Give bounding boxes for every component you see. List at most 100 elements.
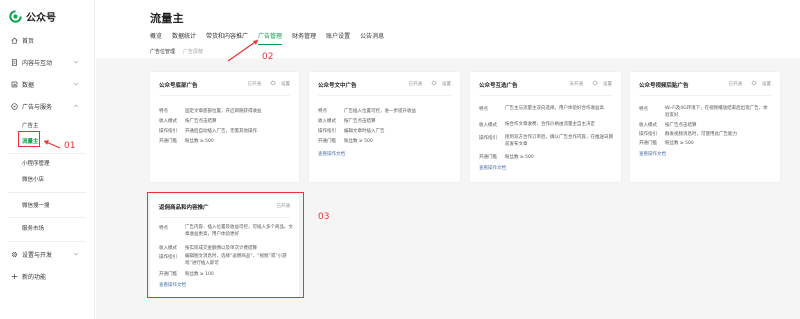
sidebar-item-wechat-store[interactable]: 微信小店 (22, 175, 44, 183)
sidebar-item-advertiser[interactable]: 广告主 (22, 121, 39, 129)
card-title: 公众号底部广告 (159, 83, 198, 89)
card-divider (639, 95, 771, 96)
plus-icon (10, 272, 18, 280)
row-label: 操作指引 (159, 129, 177, 134)
chevron-up-icon (73, 104, 79, 108)
row-label: 收入模式 (479, 123, 497, 128)
status-badge: 未开通 (569, 82, 584, 87)
row-label: 操作指引 (318, 129, 336, 134)
sidebar-divider (8, 217, 86, 218)
view-docs-link[interactable]: 查看操作文档 (639, 151, 666, 157)
tab-ad-management[interactable]: 广告管理 (258, 31, 283, 45)
subtab-ad-block[interactable]: 广告屏蔽 (183, 48, 203, 55)
ad-card-mutual-select: 公众号互选广告 未开通 设置 特点 广告主与流量主双向选择，用户体验好合作收益高… (470, 72, 621, 182)
view-docs-link[interactable]: 查看操作文档 (318, 151, 345, 157)
row-label: 收入模式 (639, 123, 657, 128)
sidebar-divider (8, 241, 86, 242)
settings-link[interactable]: 设置 (442, 81, 451, 87)
row-label: 操作指引 (479, 136, 497, 141)
row-value: 按广告点击结算 (665, 123, 697, 128)
card-divider (479, 95, 612, 96)
app-title: 公众号 (26, 13, 56, 24)
nav-settings-dev[interactable]: 设置与开发 (0, 249, 95, 259)
row-value: 粉丝数 ≥ 500 (665, 141, 694, 146)
sidebar-item-service-market[interactable]: 服务市场 (22, 224, 44, 232)
subtab-ad-slots[interactable]: 广告位管理 (150, 48, 175, 55)
sidebar: 公众号 首页 内容与互动 数据 广告与服务 广告主 流量主 小程序管理 微信小店… (0, 0, 95, 319)
gear-icon[interactable] (270, 80, 276, 86)
row-value: 固定文章底部位置，开启即随获得收益 (185, 109, 262, 114)
home-icon (10, 36, 18, 44)
row-value: 粉丝数 ≥ 500 (185, 139, 214, 144)
annotation-label-03: 03 (318, 212, 330, 222)
gear-icon[interactable] (751, 80, 757, 86)
gear-icon[interactable] (431, 80, 437, 86)
nav-data[interactable]: 数据 (0, 79, 95, 89)
nav-ads-services[interactable]: 广告与服务 (0, 101, 95, 111)
nav-content[interactable]: 内容与互动 (0, 57, 95, 67)
gear-icon (10, 250, 18, 258)
tab-overview[interactable]: 概览 (150, 31, 162, 43)
row-label: 操作指引 (639, 132, 657, 137)
nav-data-label: 数据 (22, 81, 35, 89)
row-value: 广告主与流量主双向选择，用户体验好合作收益高 (505, 106, 604, 111)
status-badge: 已开通 (408, 82, 423, 87)
row-label: 收入模式 (318, 119, 336, 124)
chevron-down-icon (73, 252, 79, 256)
nav-new-feature[interactable]: 新的功能 (0, 271, 95, 281)
row-value: 按广告点击结算 (344, 119, 376, 124)
nav-new-feature-label: 新的功能 (22, 273, 47, 281)
data-chart-icon (10, 80, 18, 88)
ad-card-bottom: 公众号底部广告 已开通 设置 特点 固定文章底部位置，开启即随获得收益 收入模式… (150, 72, 299, 182)
card-divider (318, 95, 451, 96)
card-title: 公众号文中广告 (318, 83, 357, 89)
app-window: 公众号 首页 内容与互动 数据 广告与服务 广告主 流量主 小程序管理 微信小店… (0, 0, 800, 319)
row-label: 开通门槛 (639, 141, 657, 146)
tab-announcements[interactable]: 公告消息 (360, 31, 384, 43)
row-label: 开通门槛 (159, 139, 177, 144)
compass-icon (10, 102, 18, 110)
row-value: 开通后自动插入广告，无需其他操作 (185, 129, 257, 134)
row-label: 收入模式 (159, 119, 177, 124)
row-label: 开通门槛 (318, 139, 336, 144)
gear-icon[interactable] (592, 80, 598, 86)
settings-link[interactable]: 设置 (762, 81, 771, 87)
row-label: 开通门槛 (479, 155, 497, 160)
row-label: 特点 (318, 109, 327, 114)
logo[interactable]: 公众号 (9, 9, 56, 24)
settings-link[interactable]: 设置 (603, 81, 612, 87)
row-label: 特点 (479, 107, 488, 112)
tab-finance[interactable]: 财务管理 (292, 31, 316, 43)
row-label: 特点 (159, 109, 168, 114)
settings-link[interactable]: 设置 (281, 81, 290, 87)
row-value: 粉丝数 ≥ 500 (344, 139, 373, 144)
tab-promotion[interactable]: 带货和内容推广 (206, 31, 248, 43)
row-value: Wi-Fi及4G环境下，在视频播放结束后出现广告，体验友好 (665, 106, 768, 118)
chevron-down-icon (73, 82, 79, 86)
sidebar-item-wechat-search[interactable]: 微信搜一搜 (22, 201, 50, 209)
tab-statistics[interactable]: 数据统计 (172, 31, 196, 43)
nav-home[interactable]: 首页 (0, 35, 95, 45)
row-value: 广告插入位置可控，进一步提升收益 (344, 109, 416, 114)
row-value: 按合作文章收费，合作价格由流量主自主决定 (505, 122, 595, 127)
sidebar-divider (8, 153, 86, 154)
view-docs-link[interactable]: 查看操作文档 (479, 165, 506, 171)
row-value: 编辑文章时插入广告 (344, 129, 385, 134)
annotation-label-01: 01 (64, 141, 76, 151)
row-label: 特点 (639, 107, 648, 112)
status-badge: 已开通 (247, 82, 262, 87)
card-title: 公众号互选广告 (479, 83, 518, 89)
nav-home-label: 首页 (22, 37, 35, 45)
tab-account-settings[interactable]: 账户设置 (326, 31, 350, 43)
sidebar-item-mini-program[interactable]: 小程序管理 (22, 159, 50, 167)
row-value: 粉丝数 ≥ 500 (505, 155, 534, 160)
card-title: 公众号视频后贴广告 (639, 83, 689, 89)
page-title: 流量主 (150, 12, 184, 25)
nav-content-label: 内容与互动 (22, 59, 53, 67)
annotation-label-02: 02 (262, 52, 274, 62)
document-icon (10, 58, 18, 66)
wechat-official-logo-icon (9, 10, 22, 23)
status-badge: 已开通 (728, 82, 743, 87)
chevron-down-icon (73, 60, 79, 64)
row-value: 群发视频消息时，可使用此广告能力 (665, 132, 737, 137)
